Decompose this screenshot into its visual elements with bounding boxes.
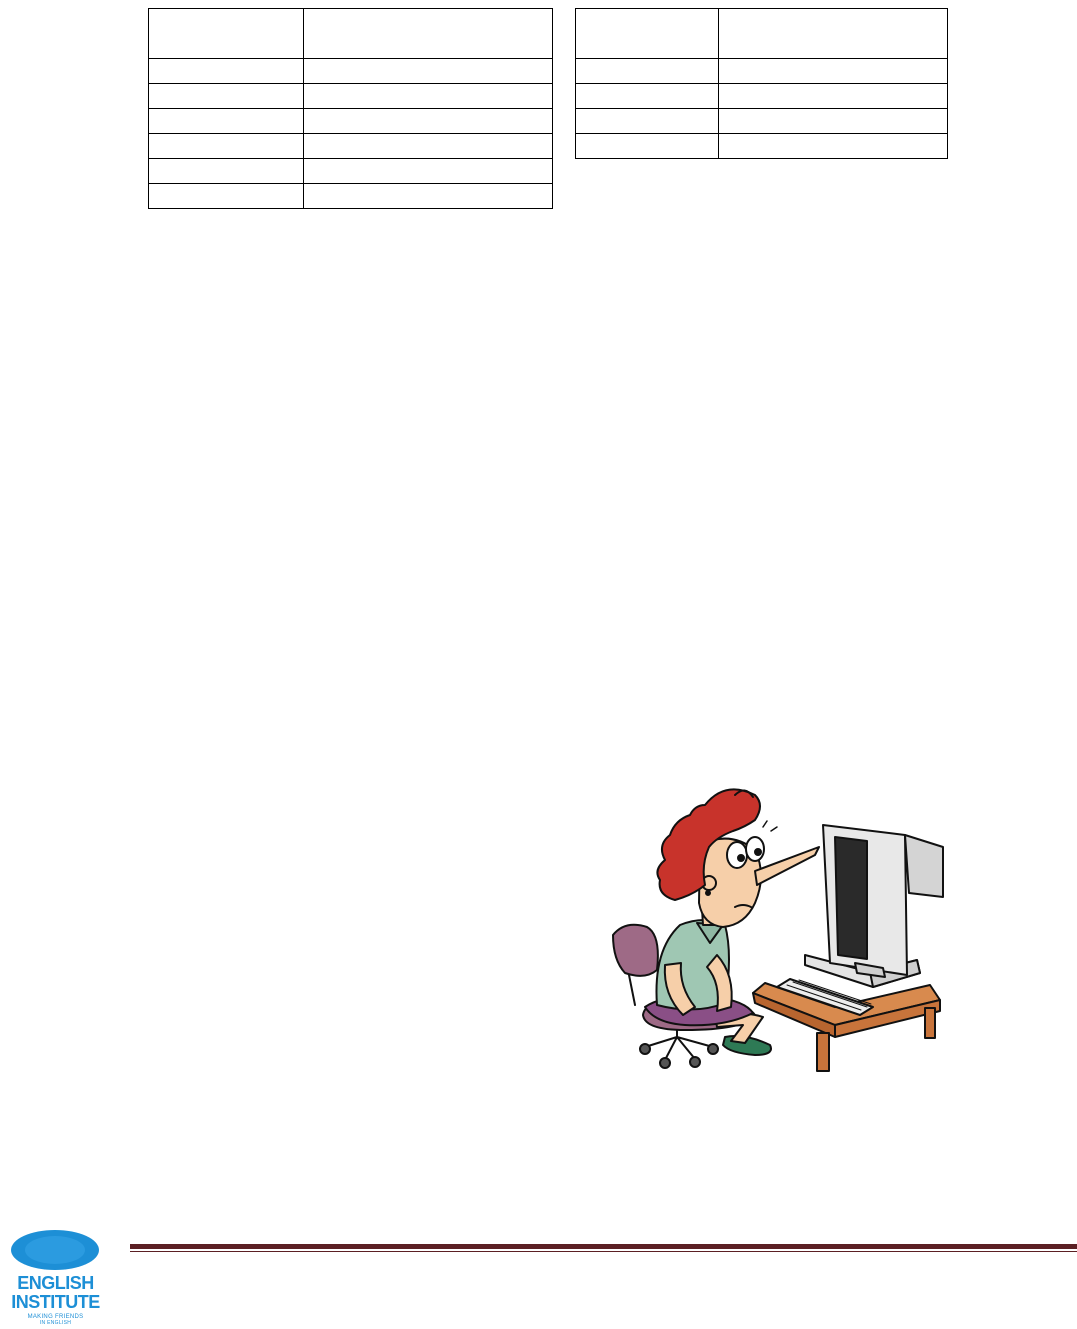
table-left [148, 8, 553, 209]
table-cell [575, 108, 719, 134]
table-cell [718, 58, 948, 84]
table-cell [718, 83, 948, 109]
table-row [575, 83, 948, 109]
table-cell [148, 108, 304, 134]
table-cell [575, 58, 719, 84]
table-row [148, 108, 553, 134]
table-row [148, 158, 553, 184]
woman-at-computer-cartoon-icon [605, 775, 950, 1075]
table-cell [148, 158, 304, 184]
table-cell [148, 58, 304, 84]
table-cell [575, 83, 719, 109]
table-cell [718, 133, 948, 159]
english-institute-logo: ENGLISH INSTITUTE MAKING FRIENDS IN ENGL… [7, 1222, 104, 1328]
table-cell [303, 8, 553, 59]
table-row [575, 108, 948, 134]
footer-divider [130, 1244, 1077, 1253]
table-row [148, 58, 553, 84]
table-cell [303, 58, 553, 84]
table-right [575, 8, 948, 159]
table-header-row [148, 8, 553, 59]
table-cell [303, 108, 553, 134]
table-cell [718, 8, 948, 59]
logo-tagline: IN ENGLISH [39, 1320, 72, 1326]
logo-text: ENGLISH [17, 1273, 94, 1293]
table-row [148, 133, 553, 159]
table-row [575, 133, 948, 159]
table-cell [303, 133, 553, 159]
table-cell [148, 8, 304, 59]
table-row [148, 83, 553, 109]
table-cell [575, 8, 719, 59]
table-row [148, 183, 553, 209]
table-cell [148, 83, 304, 109]
table-row [575, 58, 948, 84]
table-cell [303, 158, 553, 184]
table-cell [575, 133, 719, 159]
table-cell [148, 133, 304, 159]
table-cell [718, 108, 948, 134]
table-cell [148, 183, 304, 209]
table-cell [303, 83, 553, 109]
logo-text: INSTITUTE [11, 1292, 100, 1312]
table-header-row [575, 8, 948, 59]
table-cell [303, 183, 553, 209]
